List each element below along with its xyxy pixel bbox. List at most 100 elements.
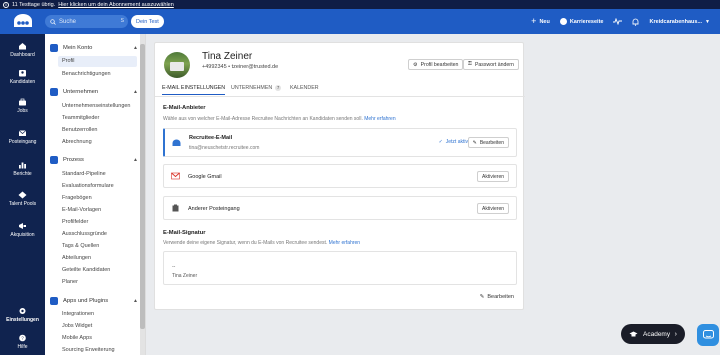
key-icon: ⚿ [468,61,472,67]
nav-kandidaten[interactable]: Kandidaten [0,69,45,85]
chat-icon [702,330,714,339]
envelope-icon [18,130,27,136]
subnav-item-sourcing-erweiterung[interactable]: Sourcing Erweiterung [62,347,115,353]
chevron-up-icon: ▲ [133,89,138,95]
graduation-cap-icon [629,331,638,336]
edit-profile-label: Profil bearbeiten [420,61,459,68]
nav-jobs[interactable]: Jobs [0,98,45,114]
nav-einstellungen[interactable]: Einstellungen [0,307,45,323]
chat-support-button[interactable] [697,324,719,346]
settings-subnav: Mein Konto ▲ Unternehmen ▲ Prozess ▲ App… [45,34,146,355]
edit-signature-button[interactable]: ✎ Bearbeiten [480,294,514,300]
tab-label: UNTERNEHMEN [231,85,273,91]
section-title: Mein Konto [63,45,93,51]
subnav-item-mobile-apps[interactable]: Mobile Apps [62,335,92,341]
pencil-icon: ✎ [472,139,477,146]
subnav-item-abrechnung[interactable]: Abrechnung [62,139,92,145]
nav-posteingang-label: Posteingang [8,139,37,145]
talent-pool-icon [18,191,27,199]
learn-more-link[interactable]: Mehr erfahren [364,116,395,122]
subnav-item-profilfelder[interactable]: Profilfelder [62,219,88,225]
company-label: Kreidcarabenhaus... [649,18,703,25]
company-switcher[interactable]: Kreidcarabenhaus... ▼ [649,19,710,25]
nav-talent-pools[interactable]: Talent Pools [0,191,45,207]
profile-phone: +4992345 [202,64,227,70]
search-input[interactable]: Suche S [45,15,128,28]
subnav-item-benachrichtigungen[interactable]: Benachrichtigungen [62,71,111,77]
edit-provider-button[interactable]: ✎ Bearbeiten [467,137,509,148]
career-label: Karriereseite [569,18,604,25]
subnav-item-teammitglieder[interactable]: Teammitglieder [62,115,99,121]
activate-other-inbox-button[interactable]: Aktivieren [477,203,509,214]
edit-profile-button[interactable]: ⚙ Profil bearbeiten [408,59,464,70]
subnav-item-evaluationsformulare[interactable]: Evaluationsformulare [62,183,114,189]
tab-calendar[interactable]: KALENDER [290,85,319,91]
scrollbar-thumb[interactable] [140,44,145,329]
subnav-item-unternehmenseinstellungen[interactable]: Unternehmenseinstellungen [62,103,131,109]
help-icon: ? [19,334,26,342]
nav-posteingang[interactable]: Posteingang [0,129,45,145]
nav-berichte[interactable]: Berichte [0,161,45,177]
nav-dashboard-label: Dashboard [10,52,35,58]
nav-einstellungen-label: Einstellungen [6,317,39,323]
tab-label: E-MAIL EINSTELLUNGEN [162,85,226,91]
subnav-item-e-mail-vorlagen[interactable]: E-Mail-Vorlagen [62,207,101,213]
plus-icon: + [531,16,537,26]
section-title: Apps und Plugins [63,298,109,304]
action-label: Bearbeiten [479,139,504,146]
tab-company[interactable]: UNTERNEHMEN 7 [231,85,282,91]
subnav-item-ausschlussgruende[interactable]: Ausschlussgründe [62,231,107,237]
signature-description: Verwende deine eigene Signatur, wenn du … [163,240,360,246]
tab-count-badge: 7 [275,85,282,91]
recruitee-logo-icon[interactable] [13,14,33,28]
learn-more-link[interactable]: Mehr erfahren [329,240,360,246]
subnav-item-jobs-widget[interactable]: Jobs Widget [62,323,92,329]
puzzle-icon [50,297,58,305]
subnav-item-frageboegen[interactable]: Fragebögen [62,195,92,201]
gear-icon [19,308,26,314]
new-button[interactable]: + Neu [531,17,550,26]
subnav-item-geteilte-kandidaten[interactable]: Geteilte Kandidaten [62,267,110,273]
nav-hilfe[interactable]: ? Hilfe [0,334,45,350]
section-prozess[interactable]: Prozess ▲ [50,156,138,164]
search-placeholder: Suche [59,18,77,25]
section-unternehmen[interactable]: Unternehmen ▲ [50,88,138,96]
process-icon [50,156,58,164]
section-mein-konto[interactable]: Mein Konto ▲ [50,44,138,52]
subnav-item-planer[interactable]: Planer [62,279,78,285]
change-password-button[interactable]: ⚿ Passwort ändern [463,59,519,70]
bell-icon[interactable] [632,18,639,26]
profile-contact: +4992345 • tzeiner@trusted.de [202,64,278,70]
activity-icon[interactable] [613,18,623,25]
signature-heading: E-Mail-Signatur [163,230,206,236]
subnav-item-abteilungen[interactable]: Abteilungen [62,255,91,261]
academy-button[interactable]: Academy › [621,324,685,344]
search-icon [50,18,56,25]
status-badge: ✓ Jetzt aktiv [439,139,468,145]
provider-address: tina@neuschetstr.recruitee.com [189,145,260,151]
subnav-item-integrationen[interactable]: Integrationen [62,311,94,317]
section-apps-und-plugins[interactable]: Apps und Plugins ▲ [50,297,138,305]
change-password-label: Passwort ändern [474,61,514,68]
description-text: Verwende deine eigene Signatur, wenn du … [163,240,328,246]
tab-email-settings[interactable]: E-MAIL EINSTELLUNGEN [162,85,226,95]
test-account-pill[interactable]: Dein Test [131,15,164,28]
activate-gmail-button[interactable]: Aktivieren [477,171,509,182]
subnav-item-benutzerrollen[interactable]: Benutzerrollen [62,127,97,133]
avatar[interactable] [164,52,190,78]
career-site-link[interactable]: Karriereseite [559,18,604,25]
subnav-scrollbar[interactable] [140,34,145,355]
nav-akquisition-label: Akquisition [10,232,35,238]
nav-akquisition[interactable]: Akquisition [0,222,45,238]
subnav-item-profil[interactable]: Profil [58,56,137,67]
choose-subscription-link[interactable]: Hier klicken um dein Abonnement auszuwäh… [58,2,174,8]
provider-row-recruitee: Recruitee-E-Mail tina@neuschetstr.recrui… [163,128,517,157]
trial-days-text: 11 Testtage übrig. [12,1,56,8]
inbox-icon [172,204,179,212]
main-sidebar: Dashboard Kandidaten Jobs Posteingang Be… [0,34,45,355]
search-shortcut-hint: S [120,18,124,24]
subnav-item-tags-quellen[interactable]: Tags & Quellen [62,243,99,249]
nav-dashboard[interactable]: Dashboard [0,42,45,58]
nav-kandidaten-label: Kandidaten [9,79,36,85]
subnav-item-standard-pipeline[interactable]: Standard-Pipeline [62,171,106,177]
